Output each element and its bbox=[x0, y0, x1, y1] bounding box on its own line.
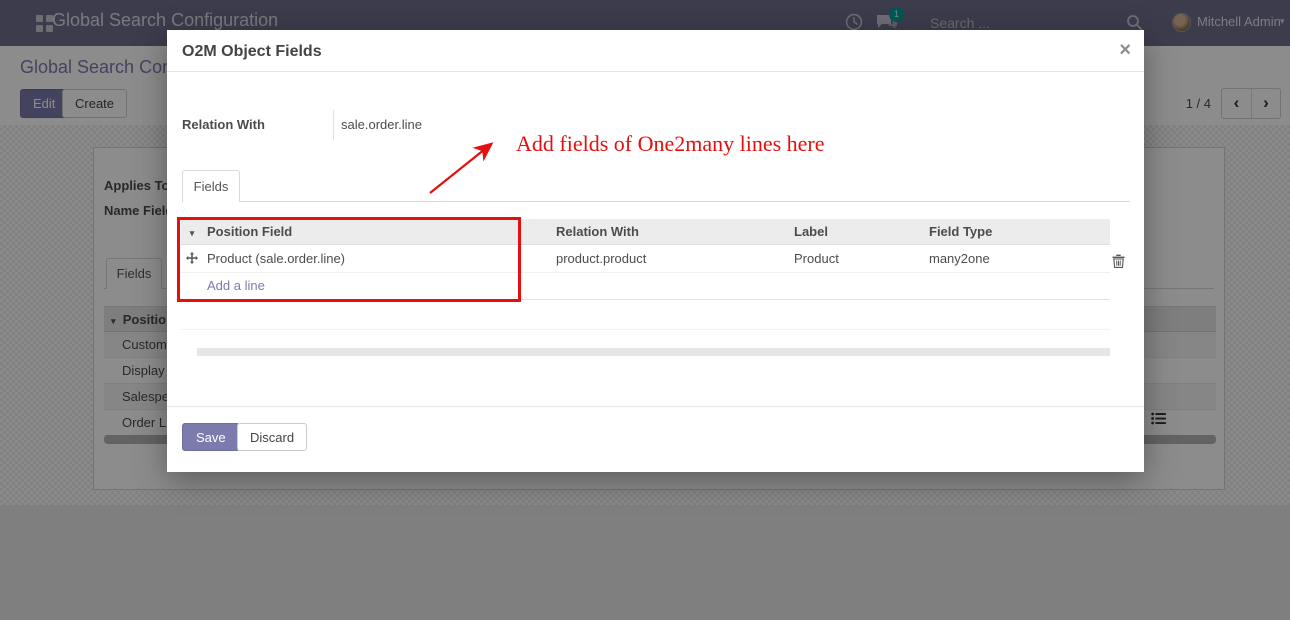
delete-row-trash-icon[interactable] bbox=[1112, 254, 1125, 273]
tabbar-divider bbox=[182, 201, 1130, 202]
cell-position-field[interactable]: Product (sale.order.line) bbox=[203, 245, 549, 272]
table-row[interactable]: Product (sale.order.line) product.produc… bbox=[181, 245, 1110, 273]
cell-relation-with[interactable]: product.product bbox=[549, 245, 789, 272]
relation-with-value[interactable]: sale.order.line bbox=[341, 117, 422, 132]
table-header-row: ▾ Position Field Relation With Label Fie… bbox=[181, 219, 1110, 245]
table-scrollbar[interactable] bbox=[197, 348, 1110, 356]
dialog-header-divider bbox=[167, 71, 1144, 72]
screen: Global Search Configuration 1 Mitchell A… bbox=[0, 0, 1290, 620]
discard-button[interactable]: Discard bbox=[237, 423, 307, 451]
close-icon[interactable]: × bbox=[1119, 38, 1131, 62]
o2m-fields-table: ▾ Position Field Relation With Label Fie… bbox=[181, 219, 1110, 330]
cell-label[interactable]: Product bbox=[789, 245, 924, 272]
column-header-label[interactable]: Label bbox=[789, 219, 924, 244]
drag-handle-icon[interactable] bbox=[181, 245, 203, 272]
column-header-position-field[interactable]: Position Field bbox=[203, 219, 549, 244]
sort-caret-icon[interactable]: ▾ bbox=[181, 219, 203, 244]
dialog-footer-divider bbox=[167, 406, 1144, 407]
add-a-line-row: Add a line bbox=[181, 273, 1110, 300]
empty-row bbox=[181, 300, 1110, 330]
save-button[interactable]: Save bbox=[182, 423, 240, 451]
add-a-line-link[interactable]: Add a line bbox=[207, 278, 265, 293]
tab-fields[interactable]: Fields bbox=[182, 170, 240, 202]
annotation-arrow-icon bbox=[422, 135, 504, 206]
column-header-relation-with[interactable]: Relation With bbox=[549, 219, 789, 244]
cell-field-type[interactable]: many2one bbox=[924, 245, 1110, 272]
relation-with-label: Relation With bbox=[182, 117, 328, 132]
field-separator bbox=[333, 110, 334, 140]
column-header-field-type[interactable]: Field Type bbox=[924, 219, 1110, 244]
o2m-object-fields-dialog: O2M Object Fields × Relation With sale.o… bbox=[167, 30, 1144, 472]
annotation-text: Add fields of One2many lines here bbox=[516, 131, 825, 157]
dialog-title: O2M Object Fields bbox=[182, 43, 322, 61]
